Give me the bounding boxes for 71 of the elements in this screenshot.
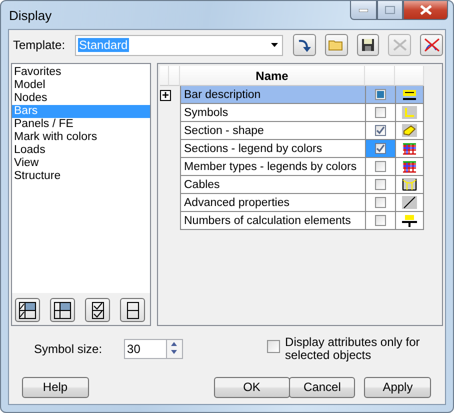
table-icon: [19, 302, 36, 318]
checkbox[interactable]: [267, 340, 280, 353]
profile-icon: [402, 124, 417, 137]
angle-icon: [402, 106, 417, 119]
category-item[interactable]: Loads: [12, 144, 150, 157]
label-line-icon: [402, 88, 417, 101]
uncheck-all-button[interactable]: [120, 298, 145, 322]
grid-icon: [54, 302, 71, 318]
diagonal-line-icon: [402, 196, 417, 209]
spin-buttons[interactable]: [166, 339, 184, 359]
checkbox[interactable]: [375, 215, 386, 226]
symbol-size-label: Symbol size:: [34, 342, 102, 356]
column-header: [395, 66, 424, 86]
row-name[interactable]: Advanced properties: [180, 194, 365, 212]
row-name[interactable]: Member types - legends by colors: [180, 158, 365, 176]
template-label: Template:: [13, 38, 66, 52]
dialog-button[interactable]: Cancel: [288, 376, 356, 398]
redo-arrow-button[interactable]: [292, 34, 316, 56]
category-item[interactable]: Mark with colors: [12, 131, 150, 144]
expand-button[interactable]: +: [160, 90, 171, 100]
curved-arrow-icon: [297, 38, 312, 52]
close-icon: [420, 5, 432, 15]
checkbox[interactable]: [375, 125, 386, 136]
expand-all-button[interactable]: [15, 298, 40, 322]
row-name[interactable]: Section - shape: [180, 122, 365, 140]
category-item[interactable]: View: [12, 157, 150, 170]
checkbox[interactable]: [375, 107, 386, 118]
folder-icon: [328, 39, 344, 51]
grid-button[interactable]: [50, 298, 75, 322]
row-name[interactable]: Sections - legend by colors: [180, 140, 365, 158]
row-name[interactable]: Numbers of calculation elements: [180, 212, 365, 230]
save-button[interactable]: [356, 34, 380, 56]
dialog-button[interactable]: Help: [22, 376, 89, 398]
crossed-curve-icon: [424, 38, 440, 52]
row-name[interactable]: Cables: [180, 176, 365, 194]
category-item[interactable]: Panels / FE: [12, 118, 150, 131]
cable-icon: [402, 178, 417, 191]
column-header: [365, 66, 395, 86]
window-title: Display: [8, 8, 52, 22]
column-header: [160, 66, 169, 86]
checkbox-label: Display attributes only for selected objects: [285, 336, 421, 362]
checkbox[interactable]: [375, 179, 386, 190]
numbered-line-icon: [402, 214, 417, 227]
category-item[interactable]: Nodes: [12, 92, 150, 105]
maximize-button[interactable]: [377, 1, 403, 20]
column-header: [169, 66, 180, 86]
caret-icon: [270, 43, 278, 47]
minimize-icon: [359, 8, 368, 12]
cross-out-button[interactable]: [420, 34, 443, 56]
empty-boxes-icon: [126, 302, 138, 318]
dialog-button[interactable]: Apply: [364, 376, 431, 398]
checkboxes-icon: [92, 302, 104, 318]
checkbox[interactable]: [375, 161, 386, 172]
maximize-icon: [385, 6, 395, 14]
category-item[interactable]: Model: [12, 79, 150, 92]
category-item[interactable]: Favorites: [12, 66, 150, 79]
colored-frame-icon: [402, 160, 417, 173]
folder-button[interactable]: [324, 34, 348, 56]
minimize-button[interactable]: [350, 1, 377, 20]
dialog-button[interactable]: OK: [214, 376, 290, 398]
row-name[interactable]: Symbols: [180, 104, 365, 122]
name-column-header: Name: [180, 66, 365, 86]
colored-frame-icon: [402, 142, 417, 155]
x-icon: [392, 39, 407, 51]
checkbox[interactable]: [375, 143, 386, 154]
check-all-button[interactable]: [85, 298, 110, 322]
row-name[interactable]: Bar description: [180, 86, 365, 104]
checkbox[interactable]: [375, 197, 386, 208]
category-item[interactable]: Structure: [12, 170, 150, 183]
close-button[interactable]: [403, 1, 448, 20]
symbol-size-field[interactable]: 30: [124, 339, 166, 359]
